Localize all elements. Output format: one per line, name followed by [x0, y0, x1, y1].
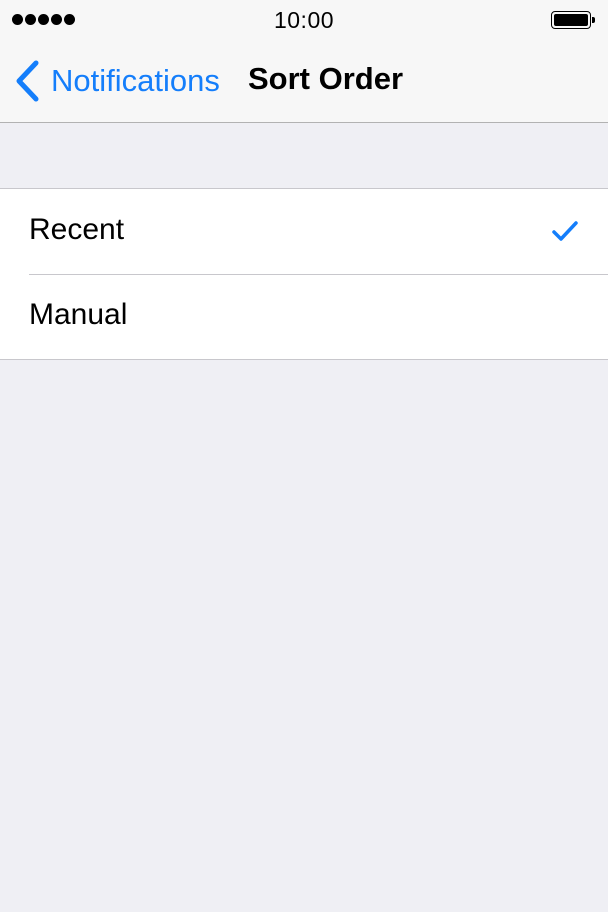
status-bar: 10:00 [0, 0, 608, 40]
page-title: Sort Order [248, 61, 404, 96]
screen: 10:00 Notifications Sort Order Recent Ma… [0, 0, 608, 912]
battery-full-icon [551, 11, 595, 29]
chevron-left-icon [16, 60, 39, 102]
battery-fill [554, 14, 588, 26]
status-time: 10:00 [273, 7, 335, 33]
sort-order-options: Recent Manual [0, 188, 608, 360]
battery-body [551, 11, 591, 29]
checkmark-icon [552, 221, 578, 241]
back-button[interactable]: Notifications [12, 57, 220, 105]
option-manual[interactable]: Manual [0, 274, 608, 359]
battery-cap [592, 17, 595, 23]
back-button-label: Notifications [51, 63, 220, 98]
navigation-bar: Notifications Sort Order [0, 40, 608, 123]
option-label: Manual [29, 298, 128, 331]
option-label: Recent [29, 213, 125, 246]
option-recent[interactable]: Recent [0, 189, 608, 274]
